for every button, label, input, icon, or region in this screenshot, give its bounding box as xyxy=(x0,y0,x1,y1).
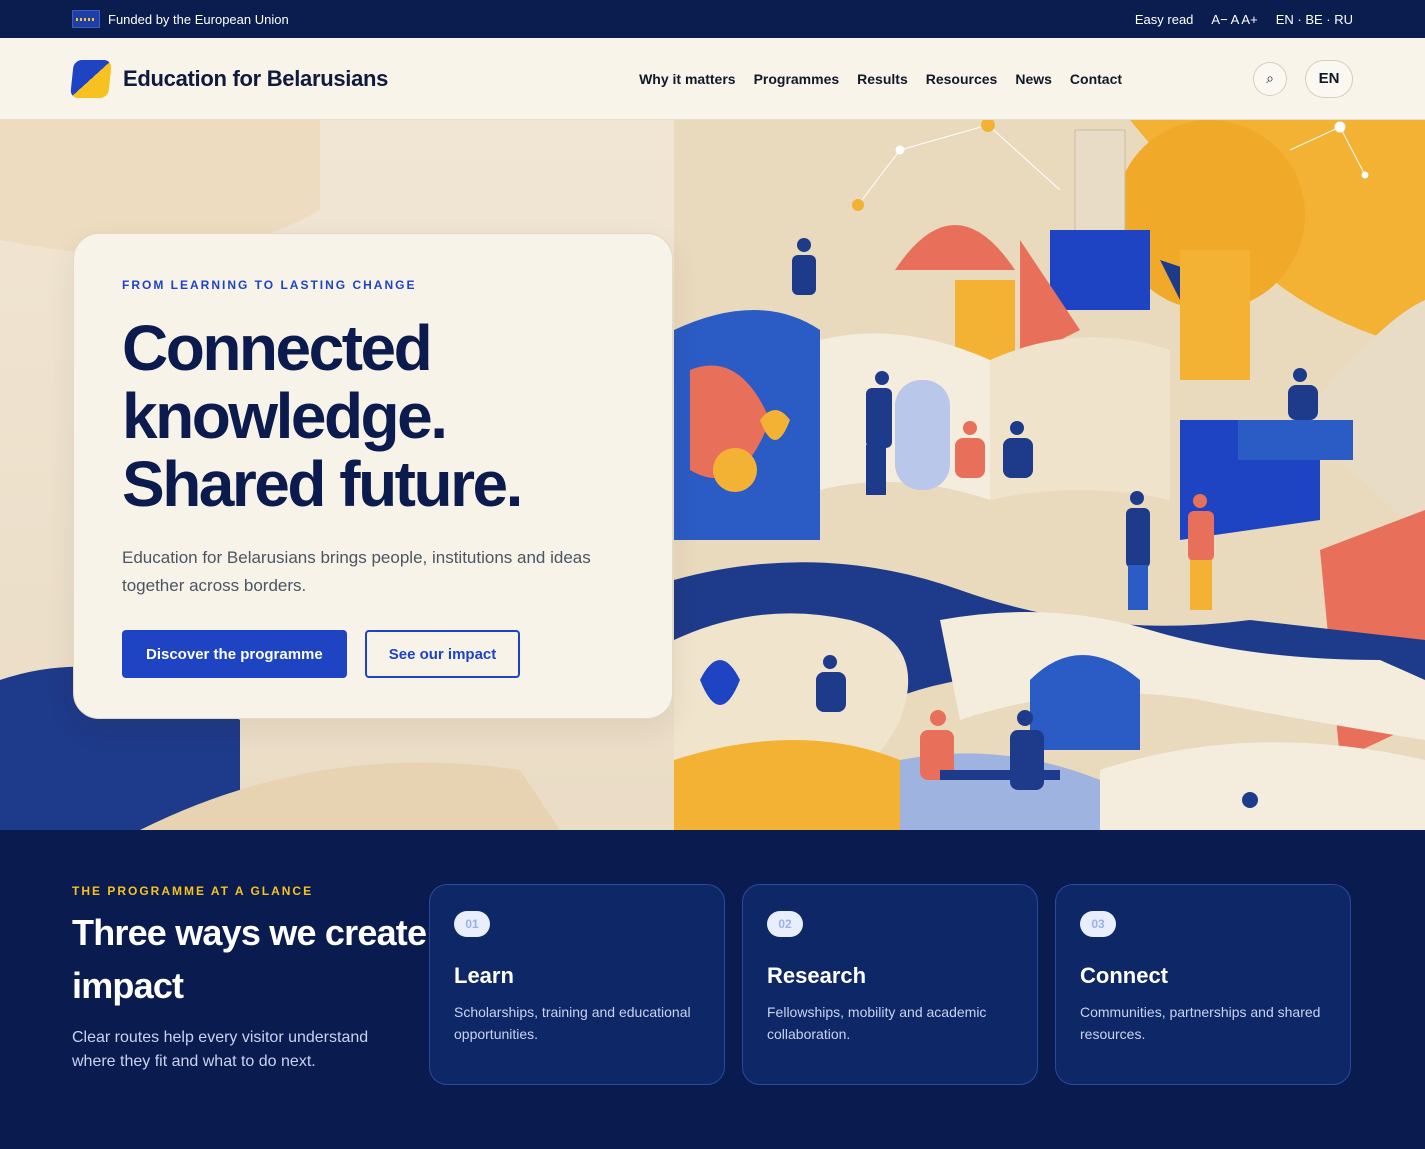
card-description: Scholarships, training and educational o… xyxy=(454,1004,691,1042)
programme-glance-section: THE PROGRAMME AT A GLANCE Three ways we … xyxy=(0,830,1425,1149)
hero-card: FROM LEARNING TO LASTING CHANGE Connecte… xyxy=(73,233,673,719)
glance-subtitle: Clear routes help every visitor understa… xyxy=(72,1029,369,1070)
hero-section: FROM LEARNING TO LASTING CHANGE Connecte… xyxy=(0,120,1425,830)
nav-results[interactable]: Results xyxy=(857,71,908,87)
search-icon: ⌕ xyxy=(1266,70,1274,86)
card-learn[interactable]: 01 Learn Scholarships, training and educ… xyxy=(429,884,725,1085)
glance-intro: THE PROGRAMME AT A GLANCE Three ways we … xyxy=(72,884,429,1149)
brand-name: Education for Belarusians xyxy=(123,65,389,91)
eu-funding-bar: Funded by the European Union Easy read A… xyxy=(0,0,1425,38)
eu-flag-icon xyxy=(72,10,100,28)
nav-programmes[interactable]: Programmes xyxy=(754,71,840,87)
language-button[interactable]: EN xyxy=(1305,59,1353,98)
card-number: 03 xyxy=(1080,911,1116,937)
hero-title: Connected knowledge. Shared future. xyxy=(122,314,624,518)
funding-notice: Funded by the European Union xyxy=(72,10,289,28)
header-tools: ⌕ EN xyxy=(1253,59,1353,98)
hero-title-line-1: Connected xyxy=(122,312,433,384)
impact-cards: 01 Learn Scholarships, training and educ… xyxy=(429,884,1351,1149)
card-connect[interactable]: 03 Connect Communities, partnerships and… xyxy=(1055,884,1351,1085)
card-description: Communities, partnerships and shared res… xyxy=(1080,1004,1321,1042)
search-button[interactable]: ⌕ xyxy=(1253,61,1287,96)
nav-why-it-matters[interactable]: Why it matters xyxy=(639,71,735,87)
card-description: Fellowships, mobility and academic colla… xyxy=(767,1004,987,1042)
card-number: 01 xyxy=(454,911,490,937)
hero-actions: Discover the programme See our impact xyxy=(122,630,624,678)
nav-news[interactable]: News xyxy=(1015,71,1052,87)
card-number: 02 xyxy=(767,911,803,937)
discover-programme-button[interactable]: Discover the programme xyxy=(122,630,347,678)
easy-read-link[interactable]: Easy read xyxy=(1135,12,1194,27)
main-nav: Why it matters Programmes Results Resour… xyxy=(639,71,1122,87)
glance-title: Three ways we create impact xyxy=(72,912,427,1006)
hero-subtitle: Education for Belarusians brings people,… xyxy=(122,548,591,595)
brand[interactable]: Education for Belarusians xyxy=(70,59,389,98)
site-header: Education for Belarusians Why it matters… xyxy=(0,38,1425,120)
card-research[interactable]: 02 Research Fellowships, mobility and ac… xyxy=(742,884,1038,1085)
accessibility-tools: Easy read A− A A+ EN · BE · RU xyxy=(1135,12,1353,27)
hero-title-line-2: knowledge. xyxy=(122,380,448,452)
hero-eyebrow: FROM LEARNING TO LASTING CHANGE xyxy=(122,278,417,292)
funded-label: Funded by the European Union xyxy=(108,11,289,27)
glance-eyebrow: THE PROGRAMME AT A GLANCE xyxy=(72,884,314,898)
see-impact-button[interactable]: See our impact xyxy=(364,630,521,678)
logo-icon xyxy=(70,59,112,98)
font-size-controls[interactable]: A− A A+ xyxy=(1211,12,1257,27)
language-links[interactable]: EN · BE · RU xyxy=(1276,12,1353,27)
nav-contact[interactable]: Contact xyxy=(1070,71,1122,87)
card-title: Research xyxy=(767,963,867,988)
hero-title-line-3: Shared future. xyxy=(122,448,523,520)
card-title: Learn xyxy=(454,963,514,988)
nav-resources[interactable]: Resources xyxy=(926,71,998,87)
card-title: Connect xyxy=(1080,963,1168,988)
